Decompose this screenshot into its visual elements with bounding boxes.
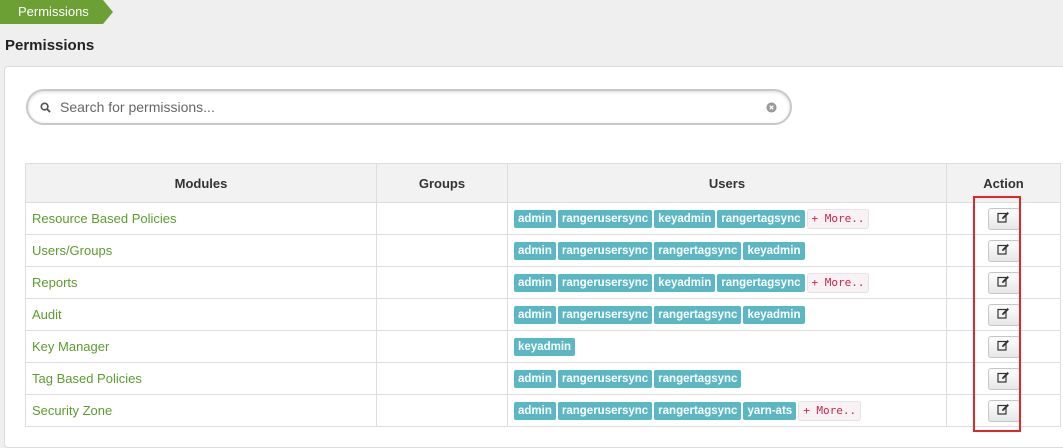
- user-tag: admin: [514, 209, 556, 228]
- user-tag: admin: [514, 401, 556, 420]
- action-cell: [946, 362, 1061, 395]
- clear-icon[interactable]: [758, 101, 784, 113]
- user-tag: rangertagsync: [717, 209, 805, 228]
- table-row: Tag Based Policies admin rangerusersync ran…: [25, 362, 1061, 395]
- action-cell: [946, 298, 1061, 331]
- edit-icon: [997, 275, 1010, 290]
- user-tag: keyadmin: [654, 209, 716, 228]
- groups-cell: [376, 234, 508, 267]
- edit-button[interactable]: [987, 367, 1020, 390]
- user-tag: admin: [514, 369, 556, 388]
- users-cell: admin rangerusersync rangertagsync yarn-ats…: [507, 394, 947, 427]
- permissions-panel: Modules Groups Users Action Resource Bas…: [4, 66, 1063, 448]
- users-cell: admin rangerusersync rangertagsync keyadmin: [507, 234, 947, 267]
- groups-cell: [376, 362, 508, 395]
- search-box[interactable]: [26, 89, 792, 125]
- module-link[interactable]: Audit: [25, 298, 377, 331]
- user-tag: rangerusersync: [557, 273, 653, 292]
- edit-button[interactable]: [987, 207, 1020, 230]
- user-tag: keyadmin: [654, 273, 716, 292]
- user-tag: admin: [514, 273, 556, 292]
- edit-icon: [997, 403, 1010, 418]
- table-row: Resource Based Policies admin rangerusersy…: [25, 202, 1061, 235]
- user-tag: admin: [514, 305, 556, 324]
- groups-cell: [376, 298, 508, 331]
- table-row: Users/Groups admin rangerusersync rangertag…: [25, 234, 1061, 267]
- user-tag: rangerusersync: [557, 241, 653, 260]
- edit-icon: [997, 307, 1010, 322]
- user-tag: rangerusersync: [557, 305, 653, 324]
- user-tag: yarn-ats: [743, 401, 797, 420]
- user-tag: keyadmin: [514, 337, 576, 356]
- action-cell: [946, 330, 1061, 363]
- module-link[interactable]: Security Zone: [25, 394, 377, 427]
- edit-button[interactable]: [987, 303, 1020, 326]
- table-header-row: Modules Groups Users Action: [25, 163, 1061, 203]
- more-users-link[interactable]: + More..: [798, 400, 862, 421]
- table-row: Audit admin rangerusersync rangertagsync key…: [25, 298, 1061, 331]
- module-link[interactable]: Key Manager: [25, 330, 377, 363]
- users-cell: admin rangerusersync keyadmin rangertagsync…: [507, 202, 947, 235]
- user-tag: keyadmin: [743, 241, 805, 260]
- module-link[interactable]: Tag Based Policies: [25, 362, 377, 395]
- table-row: Security Zone admin rangerusersync rangerta…: [25, 394, 1061, 427]
- column-header-action: Action: [946, 163, 1061, 203]
- groups-cell: [376, 330, 508, 363]
- user-tag: admin: [514, 241, 556, 260]
- action-cell: [946, 202, 1061, 235]
- users-cell: admin rangerusersync rangertagsync keyadmin: [507, 298, 947, 331]
- groups-cell: [376, 202, 508, 235]
- column-header-groups[interactable]: Groups: [376, 163, 508, 203]
- users-cell: admin rangerusersync keyadmin rangertagsync…: [507, 266, 947, 299]
- page-title: Permissions: [5, 37, 95, 54]
- table-row: Key Manager keyadmin: [25, 330, 1061, 363]
- breadcrumb: Permissions: [0, 0, 113, 24]
- user-tag: rangertagsync: [654, 305, 742, 324]
- breadcrumb-item-permissions[interactable]: Permissions: [0, 0, 113, 24]
- search-icon: [32, 101, 58, 113]
- column-header-modules[interactable]: Modules: [25, 163, 377, 203]
- more-users-link[interactable]: + More..: [806, 208, 870, 229]
- edit-icon: [997, 371, 1010, 386]
- user-tag: rangerusersync: [557, 209, 653, 228]
- edit-button[interactable]: [987, 271, 1020, 294]
- more-users-link[interactable]: + More..: [806, 272, 870, 293]
- user-tag: rangertagsync: [717, 273, 805, 292]
- edit-button[interactable]: [987, 399, 1020, 422]
- groups-cell: [376, 394, 508, 427]
- action-cell: [946, 234, 1061, 267]
- user-tag: rangertagsync: [654, 369, 742, 388]
- user-tag: rangertagsync: [654, 401, 742, 420]
- column-header-users[interactable]: Users: [507, 163, 947, 203]
- user-tag: rangerusersync: [557, 369, 653, 388]
- users-cell: admin rangerusersync rangertagsync: [507, 362, 947, 395]
- module-link[interactable]: Users/Groups: [25, 234, 377, 267]
- action-cell: [946, 266, 1061, 299]
- action-cell: [946, 394, 1061, 427]
- user-tag: rangertagsync: [654, 241, 742, 260]
- module-link[interactable]: Resource Based Policies: [25, 202, 377, 235]
- search-input[interactable]: [58, 98, 758, 116]
- user-tag: rangerusersync: [557, 401, 653, 420]
- edit-button[interactable]: [987, 239, 1020, 262]
- user-tag: keyadmin: [743, 305, 805, 324]
- edit-button[interactable]: [987, 335, 1020, 358]
- groups-cell: [376, 266, 508, 299]
- users-cell: keyadmin: [507, 330, 947, 363]
- edit-icon: [997, 243, 1010, 258]
- permissions-table: Modules Groups Users Action Resource Bas…: [25, 163, 1061, 427]
- edit-icon: [997, 339, 1010, 354]
- table-row: Reports admin rangerusersync keyadmin ranger…: [25, 266, 1061, 299]
- edit-icon: [997, 211, 1010, 226]
- module-link[interactable]: Reports: [25, 266, 377, 299]
